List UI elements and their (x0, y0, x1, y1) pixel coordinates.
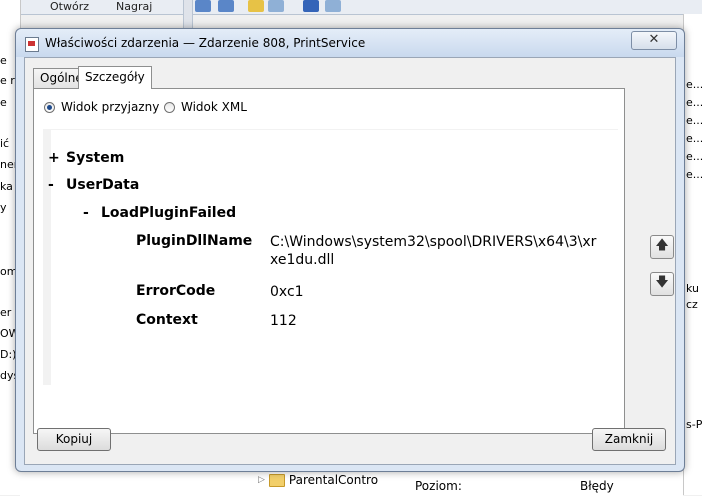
userdata-collapse-toggle[interactable]: - (48, 177, 54, 193)
left-fragment: OW (0, 327, 16, 340)
left-fragment: ka (0, 180, 13, 193)
radio-xml-view[interactable] (164, 101, 175, 113)
right-fragment: e... (686, 132, 702, 145)
right-fragment: e... (686, 96, 702, 109)
expand-arrow-icon[interactable]: ▷ (258, 475, 265, 485)
down-arrow-icon: 🡇 (655, 275, 669, 290)
burn-button[interactable]: Nagraj (116, 0, 152, 13)
level-value: Błędy (580, 479, 614, 493)
userdata-node-label: UserData (66, 177, 140, 193)
details-panel: Widok przyjazny Widok XML + System - Use… (33, 88, 625, 434)
panel-icon[interactable] (325, 0, 341, 12)
copy-button[interactable]: Kopiuj (37, 428, 111, 451)
tree-item-label: ParentalContro (288, 473, 379, 487)
right-fragment: e... (686, 168, 702, 181)
field-value: C:\Windows\system32\spool\DRIVERS\x64\3\… (270, 234, 597, 268)
field-key: Context (136, 312, 198, 328)
xml-view-label: Widok XML (181, 100, 247, 114)
close-button[interactable]: Zamknij (592, 428, 666, 451)
field-value: 0xc1 (270, 284, 304, 300)
system-expand-toggle[interactable]: + (48, 150, 60, 166)
level-label: Poziom: (415, 479, 462, 493)
next-event-button[interactable]: 🡇 (650, 272, 674, 296)
up-arrow-icon: 🡅 (655, 238, 669, 253)
loadplugin-node-label: LoadPluginFailed (101, 205, 237, 221)
loadplugin-collapse-toggle[interactable]: - (83, 205, 89, 221)
left-fragment: e (0, 54, 7, 67)
open-button[interactable]: Otwórz (50, 0, 89, 13)
left-fragment: er (0, 306, 12, 319)
left-fragment: e r (0, 74, 15, 87)
friendly-view-option[interactable]: Widok przyjazny (44, 100, 159, 114)
dialog-titlebar[interactable]: Właściwości zdarzenia — Zdarzenie 808, P… (16, 29, 684, 57)
event-viewer-icon (25, 37, 39, 52)
system-node-label: System (66, 150, 125, 166)
folder-up-icon[interactable] (248, 0, 264, 12)
left-fragment: e (0, 96, 7, 109)
left-fragment: om (0, 265, 16, 278)
right-fragment: e... (686, 114, 702, 127)
dialog-client: Ogólne Szczegóły Widok przyjazny Widok X… (24, 57, 676, 465)
right-fragment: cz d (686, 298, 702, 311)
tree-item-parental-controls[interactable]: ▷ ParentalContro (258, 473, 378, 487)
back-icon[interactable] (195, 0, 211, 12)
tab-details[interactable]: Szczegóły (78, 66, 152, 89)
left-fragment: ić (0, 137, 10, 150)
view-icon[interactable] (268, 0, 284, 12)
background-toolbar: Otwórz Nagraj (20, 0, 702, 15)
folder-icon (268, 473, 285, 487)
radio-friendly-view[interactable] (44, 101, 55, 113)
left-fragment: ner (0, 158, 16, 171)
field-key: PluginDllName (136, 233, 253, 249)
friendly-view-label: Widok przyjazny (61, 100, 160, 114)
background-right-pane: e... e... e... e... e... e... ku cz d s-… (683, 14, 702, 495)
details-view[interactable]: + System - UserData - LoadPluginFailed P… (48, 130, 618, 386)
forward-icon[interactable] (218, 0, 234, 12)
right-fragment: e... (686, 78, 702, 91)
left-fragment: y (0, 201, 7, 214)
dialog-title: Właściwości zdarzenia — Zdarzenie 808, P… (45, 36, 366, 50)
left-fragment: dys (0, 369, 16, 382)
field-value: 112 (270, 313, 297, 329)
right-fragment: e... (686, 150, 702, 163)
xml-view-option[interactable]: Widok XML (164, 100, 247, 114)
previous-event-button[interactable]: 🡅 (650, 235, 674, 259)
help-icon[interactable] (303, 0, 319, 12)
left-fragment: D:) (0, 348, 16, 361)
close-window-button[interactable]: ✕ (631, 31, 677, 50)
right-fragment: s-Pr (686, 418, 702, 431)
field-key: ErrorCode (136, 283, 216, 299)
event-properties-dialog: Właściwości zdarzenia — Zdarzenie 808, P… (15, 28, 685, 472)
right-fragment: ku (686, 282, 700, 295)
